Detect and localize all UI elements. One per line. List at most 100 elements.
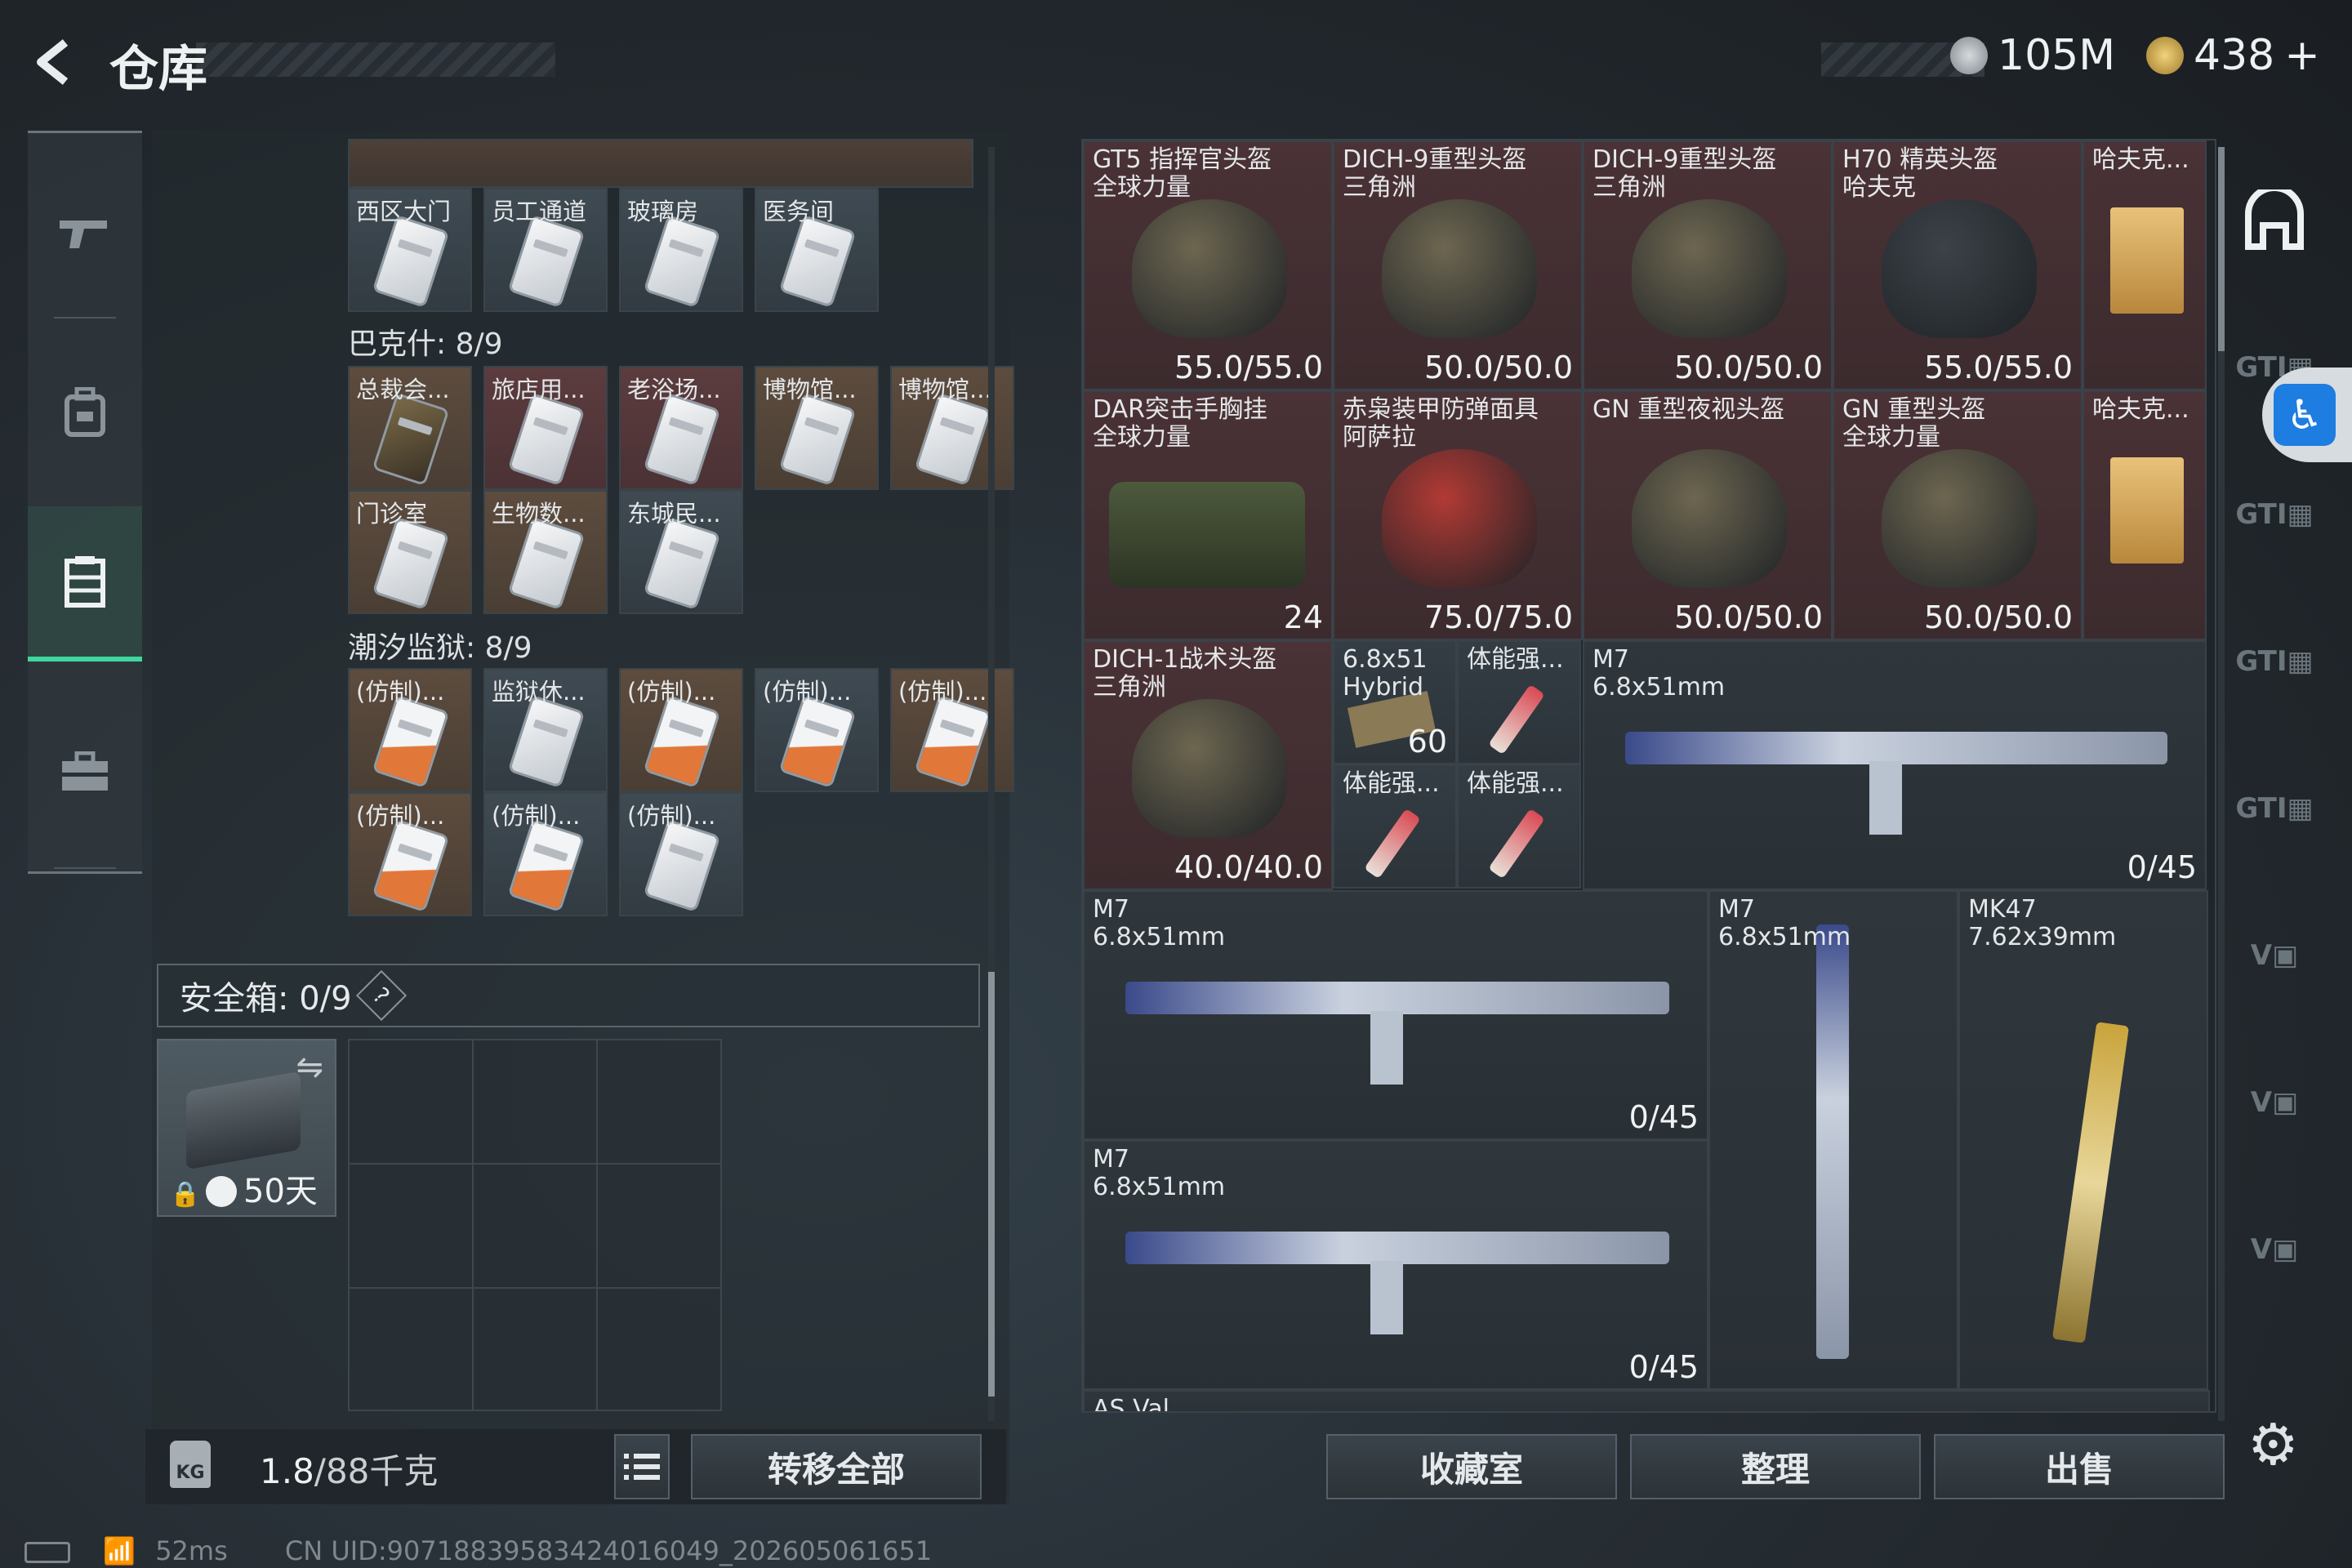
add-currency-button[interactable]: + <box>2284 31 2320 80</box>
gti-container-icon-4[interactable]: GTI▦ <box>2235 776 2313 841</box>
stash-item[interactable]: GN 重型夜视头盔 50.0/50.0 <box>1583 390 1833 640</box>
keycard-slot[interactable]: (仿制)... <box>483 792 608 916</box>
accessibility-tab[interactable]: ♿ <box>2262 368 2352 462</box>
keycard-slot[interactable]: 医务间 <box>755 188 879 312</box>
stash-item[interactable]: M7 6.8x51mm <box>1708 890 1958 1390</box>
section-title-tide-prison: 潮汐监狱: 8/9 <box>348 631 532 665</box>
rifle-image <box>2051 1022 2130 1343</box>
keycard-image <box>510 822 582 910</box>
back-arrow-icon[interactable] <box>23 29 88 95</box>
stash-item[interactable]: 体能强... <box>1333 764 1457 889</box>
keycard-slot[interactable]: 旅店用... <box>483 366 608 490</box>
keycard-slot[interactable]: 总裁会... <box>348 366 472 490</box>
keycard-label: 员工通道 <box>492 198 587 225</box>
stash-item[interactable]: MK47 7.62x39mm <box>1958 890 2208 1390</box>
item-durability: 75.0/75.0 <box>1423 599 1573 635</box>
keycard-label: (仿制)... <box>356 678 445 706</box>
keycard-image <box>375 519 447 608</box>
item-durability: 55.0/55.0 <box>1923 350 2073 385</box>
helmet-image <box>1132 699 1287 838</box>
transfer-all-button[interactable]: 转移全部 <box>691 1434 982 1499</box>
currency-value-1: 105M <box>1998 31 2116 80</box>
stash-item[interactable]: AS Val <box>1083 1390 2210 1411</box>
collection-room-button[interactable]: 收藏室 <box>1326 1434 1617 1499</box>
keycard-image <box>510 519 582 608</box>
currency-premium[interactable]: 438 + <box>2146 31 2320 80</box>
safe-box-grid[interactable] <box>348 1039 722 1411</box>
battery-icon <box>24 1542 70 1563</box>
item-durability: 50.0/50.0 <box>1423 350 1573 385</box>
keycard-slot[interactable]: (仿制)... <box>755 668 879 792</box>
keycard-slot[interactable]: 门诊室 <box>348 490 472 614</box>
warehouse-icon <box>65 556 105 608</box>
safe-box-item[interactable]: ⇋ 🔒 50天 <box>157 1039 336 1217</box>
stash-item[interactable]: M7 6.8x51mm 0/45 <box>1083 1140 1708 1390</box>
stash-item[interactable]: 6.8x51 Hybrid 60 <box>1333 640 1457 764</box>
item-name: 哈夫克... <box>2092 145 2189 174</box>
list-view-button[interactable] <box>614 1434 670 1499</box>
keycard-slot[interactable]: 西区大门 <box>348 188 472 312</box>
stash-item[interactable]: M7 6.8x51mm 0/45 <box>1583 640 2207 890</box>
left-scrollbar-track[interactable] <box>988 147 995 1421</box>
stash-item[interactable]: DICH-9重型头盔 三角洲 50.0/50.0 <box>1583 140 1833 390</box>
stash-item[interactable]: DAR突击手胸挂 全球力量 24 <box>1083 390 1333 640</box>
sidebar-item-warehouse[interactable] <box>28 506 142 662</box>
keycard-slot[interactable]: (仿制)... <box>348 792 472 916</box>
sort-button[interactable]: 整理 <box>1630 1434 1921 1499</box>
keycard-label: 玻璃房 <box>627 198 699 225</box>
settings-gear-icon[interactable]: ⚙ <box>2247 1411 2299 1478</box>
item-name: DICH-9重型头盔 <box>1343 145 1527 174</box>
v-container-icon-3[interactable]: V▣ <box>2238 1217 2311 1282</box>
stash-item[interactable]: 体能强... <box>1457 764 1581 889</box>
stash-item[interactable]: 哈夫克... <box>2082 390 2207 640</box>
stash-item[interactable]: 体能强... <box>1457 640 1581 764</box>
stash-item[interactable]: H70 精英头盔 哈夫克 55.0/55.0 <box>1833 140 2082 390</box>
keycard-image <box>510 697 582 786</box>
gti-container-icon-2[interactable]: GTI▦ <box>2235 482 2313 547</box>
stash-home-icon[interactable] <box>2238 188 2311 253</box>
keycard-slot[interactable]: 生物数... <box>483 490 608 614</box>
item-durability: 40.0/40.0 <box>1174 849 1323 885</box>
keycard-slot[interactable]: 老浴场... <box>619 366 743 490</box>
currency-value-2: 438 <box>2194 31 2275 80</box>
keycard-slot[interactable]: (仿制)... <box>619 668 743 792</box>
stash-item[interactable]: 赤枭装甲防弹面具 阿萨拉 75.0/75.0 <box>1333 390 1583 640</box>
sidebar-item-weapons[interactable] <box>28 155 142 310</box>
item-name: MK47 <box>1968 895 2037 924</box>
stash-item[interactable]: 哈夫克... <box>2082 140 2207 390</box>
sidebar-item-toolbox[interactable] <box>28 694 142 849</box>
v-container-icon-1[interactable]: V▣ <box>2238 923 2311 988</box>
sidebar-item-backpack[interactable] <box>28 335 142 490</box>
keycard-label: 医务间 <box>763 198 835 225</box>
v-container-icon-2[interactable]: V▣ <box>2238 1070 2311 1135</box>
rifle-image <box>1125 982 1669 1085</box>
keycard-slot[interactable]: 博物馆... <box>755 366 879 490</box>
keycard-slot[interactable]: 东城民... <box>619 490 743 614</box>
gti-container-icon-3[interactable]: GTI▦ <box>2235 629 2313 694</box>
sell-button[interactable]: 出售 <box>1934 1434 2225 1499</box>
safe-box-help-icon[interactable]: ? <box>355 969 407 1022</box>
item-subtitle: 全球力量 <box>1842 423 1940 452</box>
keycard-slot[interactable]: 玻璃房 <box>619 188 743 312</box>
keycard-label: (仿制)... <box>898 678 987 706</box>
stash-item[interactable]: DICH-1战术头盔 三角洲 40.0/40.0 <box>1083 640 1333 890</box>
keycard-slot[interactable]: (仿制)... <box>619 792 743 916</box>
safe-case-image <box>186 1071 301 1170</box>
stash-item[interactable]: GN 重型头盔 全球力量 50.0/50.0 <box>1833 390 2082 640</box>
item-durability: 60 <box>1407 724 1447 760</box>
stash-item[interactable]: DICH-9重型头盔 三角洲 50.0/50.0 <box>1333 140 1583 390</box>
stash-item[interactable]: M7 6.8x51mm 0/45 <box>1083 890 1708 1140</box>
item-name: GT5 指挥官头盔 <box>1093 145 1272 174</box>
stash-item[interactable]: GT5 指挥官头盔 全球力量 55.0/55.0 <box>1083 140 1333 390</box>
keycard-slot[interactable]: 监狱休... <box>483 668 608 792</box>
swap-icon[interactable]: ⇋ <box>296 1049 323 1086</box>
weight-max: /88千克 <box>314 1451 439 1491</box>
currency-havoc-coin[interactable]: 105M <box>1950 31 2115 80</box>
keycard-slot[interactable]: 员工通道 <box>483 188 608 312</box>
keycard-slot[interactable]: (仿制)... <box>348 668 472 792</box>
keycard-slot[interactable]: (仿制)... <box>890 668 1014 792</box>
keycard-slot[interactable]: 博物馆... <box>890 366 1014 490</box>
item-name: M7 <box>1718 895 1755 924</box>
item-subtitle: 6.8x51mm <box>1093 923 1226 951</box>
left-scrollbar-thumb[interactable] <box>988 972 995 1396</box>
